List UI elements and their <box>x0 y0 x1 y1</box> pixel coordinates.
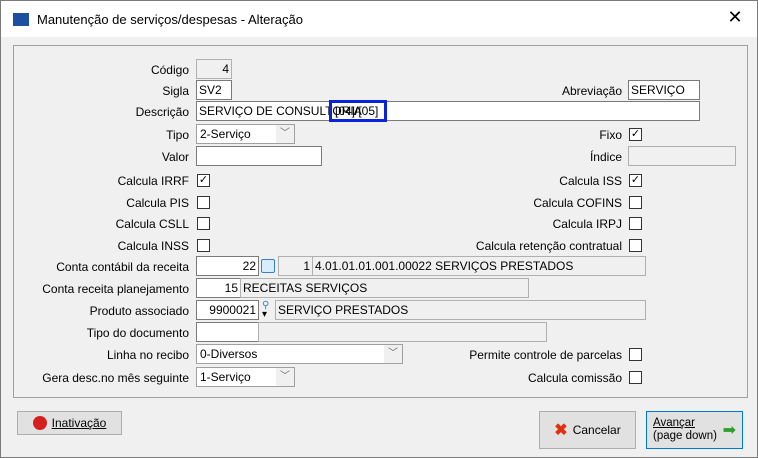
tipo-doc-desc <box>258 322 547 342</box>
conta-contabil-desc: 4.01.01.01.001.00022 SERVIÇOS PRESTADOS <box>312 256 646 276</box>
pis-label: Calcula PIS <box>126 196 189 210</box>
linha-value: 0-Diversos <box>200 347 258 361</box>
tipo-value: 2-Serviço <box>200 127 251 141</box>
app-icon <box>13 13 29 26</box>
title-bar: Manutenção de serviços/despesas - Altera… <box>1 1 757 37</box>
window-title: Manutenção de serviços/despesas - Altera… <box>37 12 303 27</box>
tipo-doc-label: Tipo do documento <box>86 326 189 340</box>
conta-plan-label: Conta receita planejamento <box>42 282 189 296</box>
conta-reduzido-field: 1 <box>278 256 313 276</box>
linha-label: Linha no recibo <box>106 348 189 362</box>
irrf-label: Calcula IRRF <box>117 174 189 188</box>
chevron-down-icon: ﹀ <box>276 125 294 143</box>
produto-desc: SERVIÇO PRESTADOS <box>275 300 646 320</box>
parcelas-label: Permite controle de parcelas <box>469 348 622 362</box>
arrow-right-icon: ➡ <box>722 422 736 439</box>
produto-input[interactable]: 9900021 <box>196 300 259 320</box>
avancar-shortcut: (page down) <box>653 430 717 442</box>
dialog-window: Manutenção de serviços/despesas - Altera… <box>0 0 758 458</box>
pis-checkbox[interactable] <box>197 196 210 209</box>
search-icon[interactable] <box>261 259 275 273</box>
parcelas-checkbox[interactable] <box>629 348 642 361</box>
indice-field <box>628 146 736 166</box>
valor-label: Valor <box>161 150 189 164</box>
sigla-label: Sigla <box>162 84 189 98</box>
tipo-select[interactable]: 2-Serviço ﹀ <box>196 124 295 144</box>
irpj-checkbox[interactable] <box>629 217 642 230</box>
irpj-label: Calcula IRPJ <box>552 217 622 231</box>
gera-label: Gera desc.no mês seguinte <box>42 371 189 385</box>
inss-label: Calcula INSS <box>117 239 189 253</box>
avancar-button[interactable]: Avançar (page down) ➡ <box>646 411 743 449</box>
comissao-checkbox[interactable] <box>629 371 642 384</box>
descricao-highlight-text: [04]/[05] <box>335 104 379 118</box>
retencao-checkbox[interactable] <box>629 239 642 252</box>
fixo-label: Fixo <box>599 128 622 142</box>
inativacao-button[interactable]: Inativação <box>17 411 122 435</box>
search-dropdown-icon[interactable]: ⚲ ▾ <box>262 301 269 320</box>
inactivate-icon <box>32 416 47 430</box>
conta-plan-input[interactable]: 15 <box>196 278 241 298</box>
produto-label: Produto associado <box>89 304 189 318</box>
irrf-checkbox[interactable]: ✓ <box>197 174 210 187</box>
inss-checkbox[interactable] <box>197 239 210 252</box>
cofins-checkbox[interactable] <box>629 196 642 209</box>
cancelar-button[interactable]: ✖ Cancelar <box>539 411 636 449</box>
tipo-label: Tipo <box>166 128 189 142</box>
abreviacao-label: Abreviação <box>561 84 622 98</box>
highlight-box: [04]/[05] <box>329 100 387 122</box>
abreviacao-input[interactable]: SERVIÇO <box>628 80 700 100</box>
iss-label: Calcula ISS <box>559 174 622 188</box>
retencao-label: Calcula retenção contratual <box>475 239 622 253</box>
linha-select[interactable]: 0-Diversos ﹀ <box>196 344 403 364</box>
cancelar-label: Cancelar <box>572 423 621 437</box>
csll-checkbox[interactable] <box>197 217 210 230</box>
csll-label: Calcula CSLL <box>115 217 189 231</box>
gera-select[interactable]: 1-Serviço ﹀ <box>196 367 295 387</box>
codigo-field: 4 <box>196 59 232 79</box>
fixo-checkbox[interactable]: ✓ <box>629 128 642 141</box>
indice-label: Índice <box>589 150 622 164</box>
conta-contabil-label: Conta contábil da receita <box>56 260 189 274</box>
comissao-label: Calcula comissão <box>527 371 622 385</box>
conta-plan-desc: RECEITAS SERVIÇOS <box>240 278 529 298</box>
codigo-label: Código <box>150 63 189 77</box>
close-button[interactable]: ✕ <box>723 7 747 28</box>
iss-checkbox[interactable]: ✓ <box>629 174 642 187</box>
descricao-input[interactable]: SERVIÇO DE CONSULTORIA <box>196 101 700 121</box>
avancar-label: Avançar <box>653 417 695 429</box>
descricao-label: Descrição <box>135 105 189 119</box>
sigla-input[interactable]: SV2 <box>196 80 232 100</box>
inativacao-label: Inativação <box>51 416 107 430</box>
tipo-doc-input[interactable] <box>196 322 259 342</box>
chevron-down-icon: ﹀ <box>276 368 294 386</box>
conta-contabil-input[interactable]: 22 <box>196 256 259 276</box>
cancel-x-icon: ✖ <box>554 422 568 439</box>
chevron-down-icon: ﹀ <box>384 345 402 363</box>
cofins-label: Calcula COFINS <box>533 196 622 210</box>
gera-value: 1-Serviço <box>200 370 251 384</box>
valor-input[interactable] <box>196 146 322 166</box>
